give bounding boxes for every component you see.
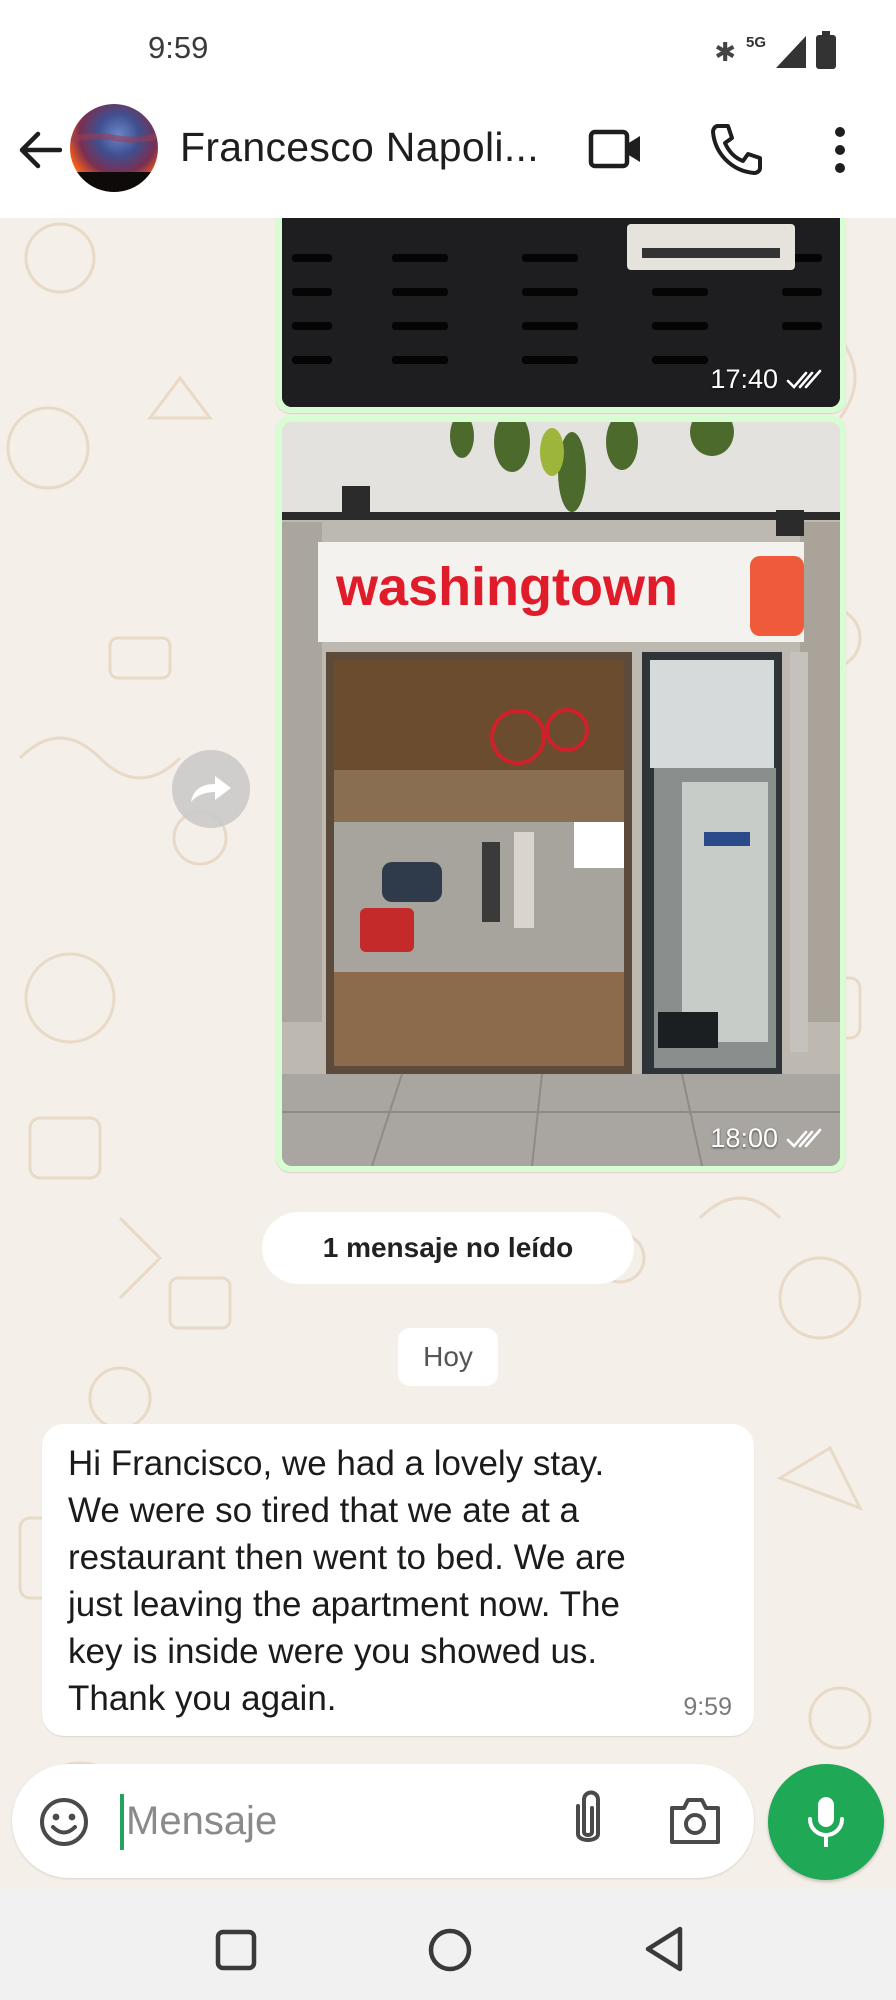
message-meta: 17:40 bbox=[710, 364, 824, 395]
image-thumbnail[interactable]: washingtown bbox=[282, 422, 840, 1166]
square-recents-icon bbox=[215, 1929, 257, 1971]
forward-icon bbox=[191, 776, 231, 802]
emoji-button[interactable] bbox=[38, 1796, 90, 1848]
date-divider: Hoy bbox=[398, 1328, 498, 1386]
message-line: Hi Francisco, we had a lovely stay. bbox=[68, 1444, 605, 1483]
bluetooth-icon: ✱ bbox=[714, 36, 736, 67]
camera-button[interactable] bbox=[666, 1794, 724, 1848]
network-type: 5G bbox=[745, 33, 766, 51]
message-composer bbox=[12, 1764, 754, 1878]
incoming-message[interactable]: Hi Francisco, we had a lovely stay. We w… bbox=[42, 1424, 754, 1736]
home-button[interactable] bbox=[426, 1926, 474, 1974]
message-time: 17:40 bbox=[710, 364, 778, 394]
message-time: 18:00 bbox=[710, 1123, 778, 1153]
message-line: We were so tired that we ate at a bbox=[68, 1491, 580, 1530]
sign-text: washingtown bbox=[335, 557, 678, 617]
message-line: just leaving the apartment now. The bbox=[68, 1585, 620, 1624]
double-check-icon bbox=[786, 369, 822, 389]
image-message[interactable]: washingtown 18:00 bbox=[276, 416, 846, 1172]
status-icons: ✱ 5G bbox=[714, 31, 836, 72]
camera-icon bbox=[670, 1798, 720, 1844]
paperclip-icon bbox=[576, 1790, 600, 1842]
more-options-button[interactable] bbox=[822, 122, 858, 178]
sunset-photo bbox=[70, 133, 158, 192]
back-arrow-icon bbox=[19, 131, 62, 169]
message-text: Hi Francisco, we had a lovely stay. We w… bbox=[68, 1440, 718, 1722]
forward-button[interactable] bbox=[172, 750, 250, 828]
back-button[interactable] bbox=[14, 124, 66, 176]
voice-record-button[interactable] bbox=[768, 1764, 884, 1880]
avatar[interactable] bbox=[70, 104, 158, 192]
battery-icon bbox=[816, 31, 836, 69]
message-line: Thank you again. bbox=[68, 1679, 337, 1718]
chat-area[interactable]: 17:40 washingtown 18:00 1 mensaje no leí… bbox=[0, 218, 896, 1890]
emoji-icon bbox=[40, 1798, 88, 1846]
circle-home-icon bbox=[428, 1928, 472, 1972]
triangle-back-icon bbox=[645, 1926, 683, 1972]
message-time: 9:59 bbox=[683, 1693, 732, 1721]
voice-call-button[interactable] bbox=[708, 122, 764, 176]
status-bar: 9:59 ✱ 5G bbox=[0, 0, 896, 100]
unread-messages-banner: 1 mensaje no leído bbox=[262, 1212, 634, 1284]
status-time: 9:59 bbox=[148, 30, 209, 65]
attach-button[interactable] bbox=[560, 1788, 616, 1854]
video-camera-icon bbox=[588, 129, 640, 169]
chat-header: Francesco Napoli... bbox=[0, 100, 896, 218]
microphone-icon bbox=[808, 1797, 844, 1847]
phone-icon bbox=[711, 124, 762, 175]
signal-icon bbox=[776, 36, 806, 68]
contact-name[interactable]: Francesco Napoli... bbox=[180, 124, 539, 171]
system-back-button[interactable] bbox=[640, 1924, 688, 1974]
message-line: key is inside were you showed us. bbox=[68, 1632, 598, 1671]
message-line: restaurant then went to bed. We are bbox=[68, 1538, 626, 1577]
message-input[interactable] bbox=[124, 1788, 546, 1854]
double-check-icon bbox=[786, 1128, 822, 1148]
storefront-photo: washingtown bbox=[282, 422, 840, 1166]
system-nav-bar bbox=[0, 1890, 896, 2000]
image-message[interactable]: 17:40 bbox=[276, 218, 846, 413]
more-vertical-icon bbox=[835, 127, 845, 173]
recents-button[interactable] bbox=[214, 1928, 258, 1972]
message-meta: 18:00 bbox=[710, 1123, 824, 1154]
video-call-button[interactable] bbox=[588, 124, 644, 174]
